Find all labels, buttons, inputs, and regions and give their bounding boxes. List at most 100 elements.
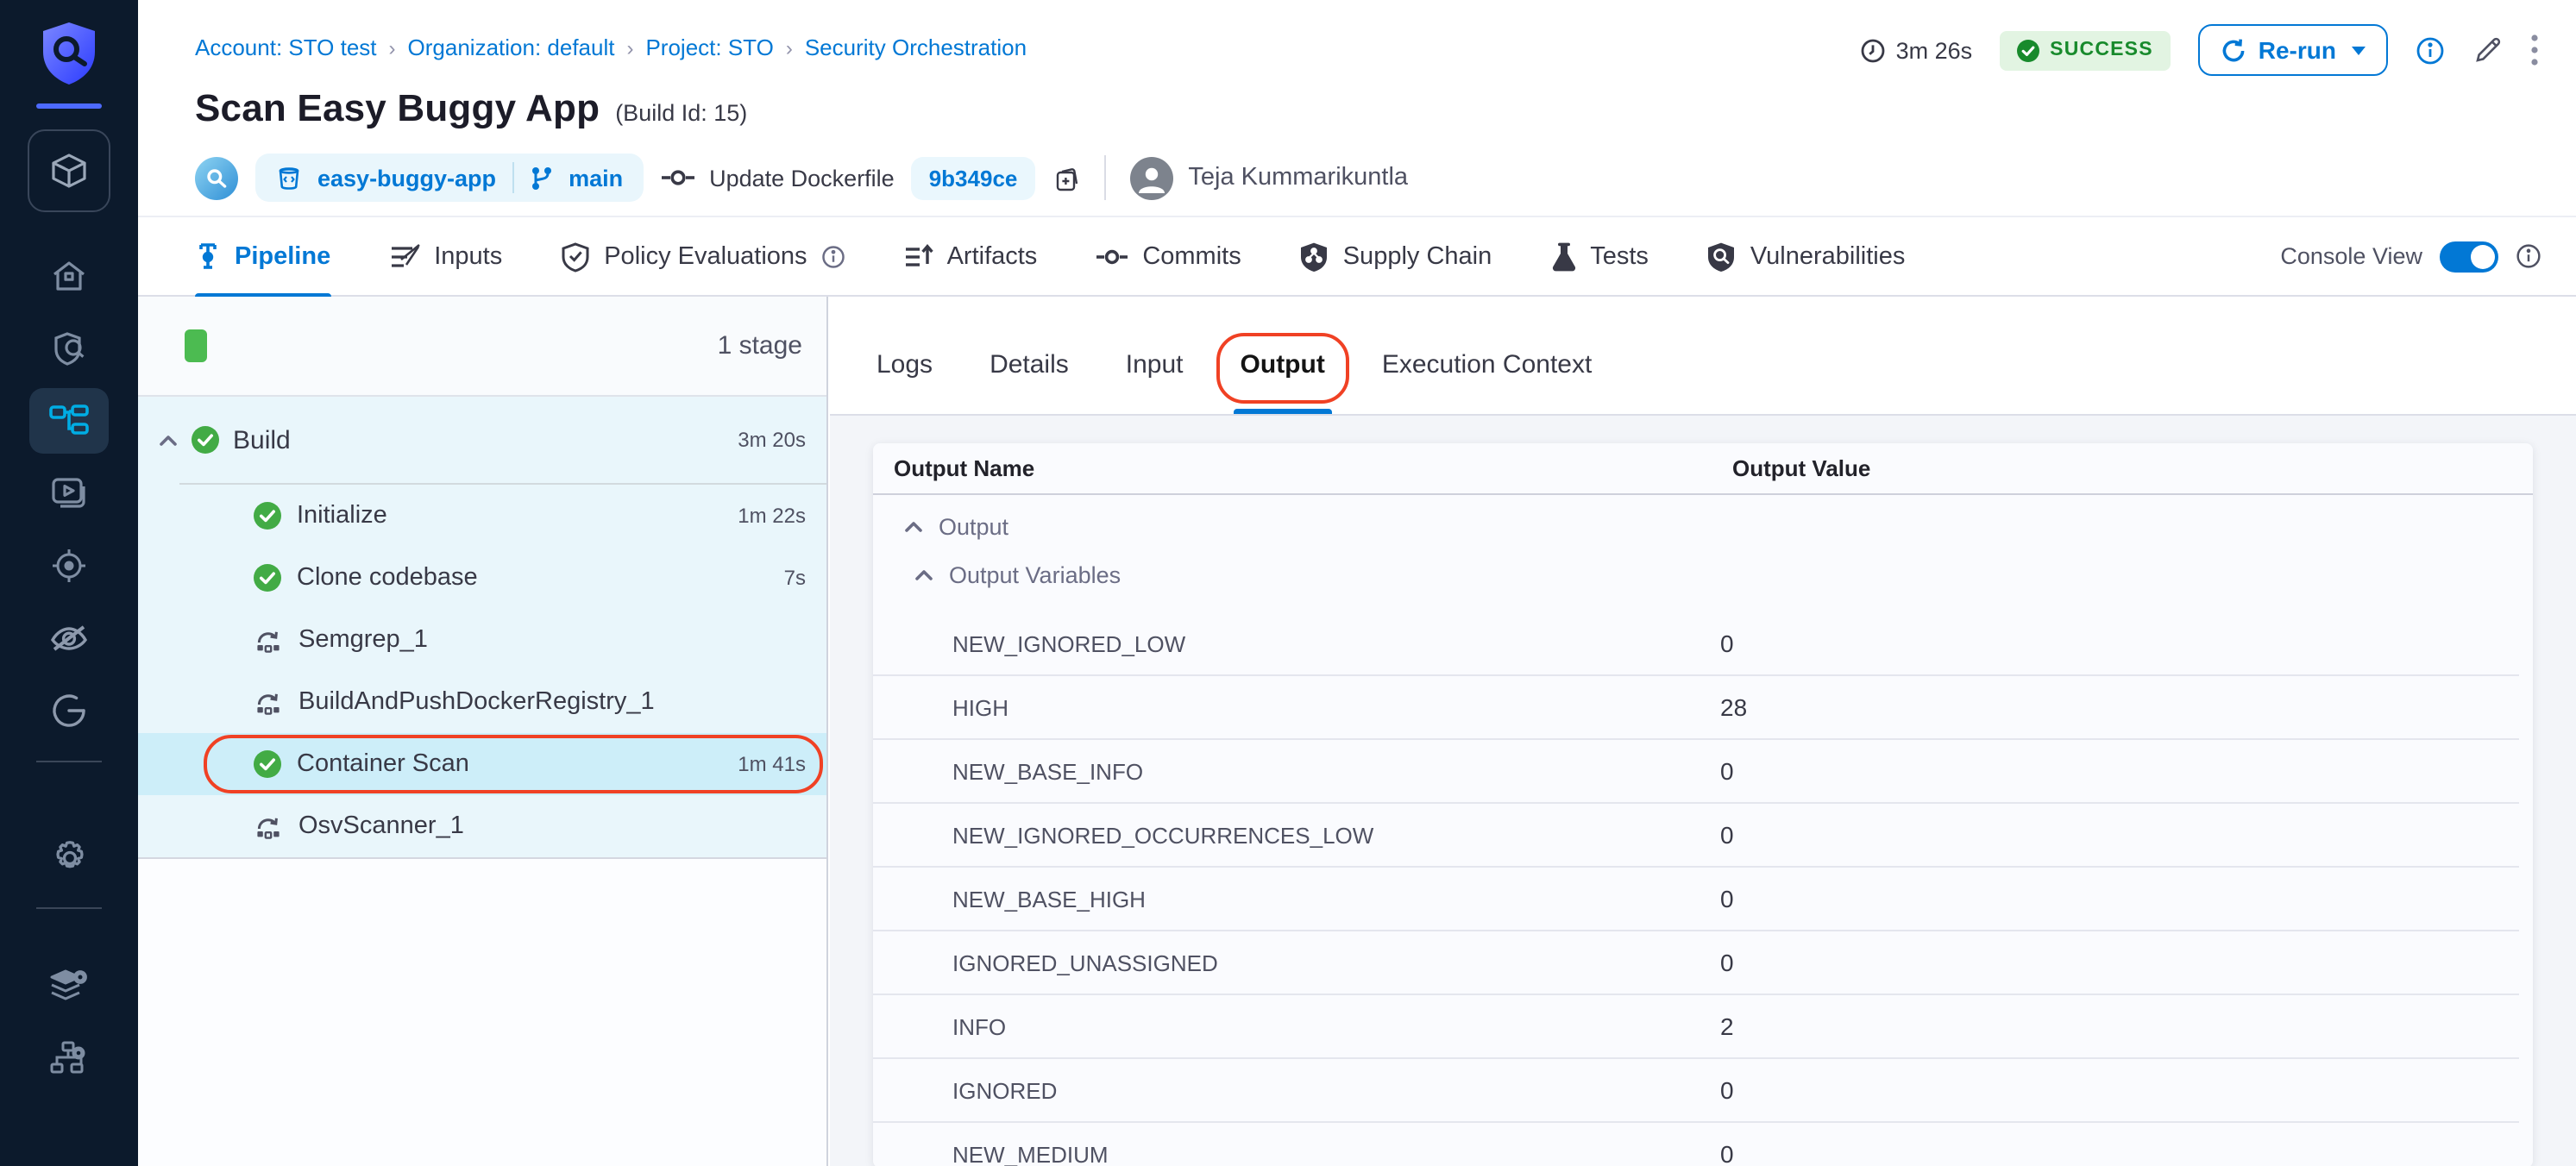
codebase-pill[interactable]: easy-buggy-app main [255,154,644,202]
tab-pipeline[interactable]: Pipeline [195,216,330,296]
commit-icon [661,167,695,188]
step-tab-output[interactable]: Output [1241,350,1325,414]
output-table-body: Output Output Variables NEW_IGNORED_LOW0 HI… [873,502,2533,1166]
left-sidebar [0,0,138,1166]
sidebar-item-pipelines[interactable] [0,385,138,457]
tab-supply-chain[interactable]: Supply Chain [1300,216,1492,296]
tab-tests[interactable]: Tests [1550,216,1649,296]
step-row-buildandpushdockerregistry_1[interactable]: BuildAndPushDockerRegistry_1 [138,671,826,733]
info-icon[interactable] [2416,35,2445,65]
repository-icon [276,165,302,191]
sto-shield-logo-icon [38,21,100,86]
stage-duration: 3m 20s [738,428,806,452]
step-tab-logs[interactable]: Logs [876,350,933,414]
status-text: SUCCESS [2050,40,2153,60]
sidebar-divider [36,761,102,762]
trigger-avatar[interactable] [195,156,238,199]
sidebar-item-getting-started[interactable] [0,674,138,747]
tab-policy-evaluations[interactable]: Policy Evaluations [561,216,845,296]
skip-icon [254,626,283,654]
stage-row-build[interactable]: Build 3m 20s [138,397,826,483]
info-circle-icon [821,244,845,268]
stage-name: Build [233,425,291,454]
sidebar-item-exemptions[interactable] [0,602,138,674]
col-output-value: Output Value [1732,455,2512,481]
check-circle-icon [254,502,281,530]
variable-name: HIGH [873,694,1712,720]
variable-value: 0 [1712,885,2519,912]
app-root: Account: STO test›Organization: default›… [0,0,2576,1166]
commit-message[interactable]: Update Dockerfile [709,165,895,191]
variable-name: IGNORED [873,1077,1712,1103]
tab-commits[interactable]: Commits [1096,216,1241,296]
variable-value: 0 [1712,1076,2519,1104]
inputs-icon [389,242,420,270]
variable-value: 28 [1712,693,2519,721]
commit-sha[interactable]: 9b349ce [912,156,1035,199]
tab-label: Tests [1590,242,1649,270]
author-avatar [1129,156,1172,199]
step-tabs: Logs Details Input Output Execution Context [830,297,2576,416]
rerun-caret-icon [2352,46,2366,54]
sidebar-item-home[interactable] [0,240,138,312]
skip-icon [254,812,283,840]
tab-label: Policy Evaluations [604,242,807,270]
console-info-icon[interactable] [2516,243,2541,269]
sidebar-item-account-settings[interactable] [0,1023,138,1095]
sidebar-item-project-setup[interactable] [0,950,138,1023]
edit-pencil-icon[interactable] [2472,34,2504,66]
sidebar-item-executions[interactable] [0,457,138,530]
output-variable-row: NEW_BASE_INFO0 [873,740,2519,804]
output-variable-row: NEW_IGNORED_LOW0 [873,612,2519,676]
sidebar-item-settings[interactable] [0,821,138,893]
step-tab-execution-context[interactable]: Execution Context [1382,350,1593,414]
step-row-osvscanner_1[interactable]: OsvScanner_1 [138,795,826,857]
stage-panel: 1 stage Build3m 20sInitialize1m 22sClone… [138,297,828,1166]
output-group-output[interactable]: Output [873,502,2533,550]
stage-status-square[interactable] [185,329,207,362]
author-name: Teja Kummarikuntla [1188,164,1408,191]
module-selector-button[interactable] [28,129,110,212]
pipeline-tabbar: Pipeline Inputs Policy Evaluations Artifact… [138,217,2576,297]
variable-value: 0 [1712,949,2519,976]
variable-value: 0 [1712,1140,2519,1166]
stage-list: Build 3m 20s Initialize1m 22sClone codebas… [138,397,826,859]
check-circle-icon [254,564,281,592]
step-duration: 7s [784,566,806,590]
step-row-semgrep_1[interactable]: Semgrep_1 [138,609,826,671]
tab-inputs[interactable]: Inputs [389,216,502,296]
collapse-chevron-icon [159,434,178,446]
step-row-container-scan[interactable]: Container Scan1m 41s [138,733,826,795]
breadcrumb-item[interactable]: Organization: default [408,34,615,60]
breadcrumb-item[interactable]: Security Orchestration [805,34,1027,60]
step-duration: 1m 22s [738,504,806,528]
play-icon [50,476,88,511]
output-group-output-variables[interactable]: Output Variables [873,550,2533,599]
status-badge: SUCCESS [2000,30,2171,70]
variable-name: NEW_BASE_HIGH [873,886,1712,912]
step-row-clone-codebase[interactable]: Clone codebase7s [138,547,826,609]
step-row-initialize[interactable]: Initialize1m 22s [138,485,826,547]
group-label: Output Variables [949,561,1121,587]
step-tab-details[interactable]: Details [990,350,1069,414]
supply-chain-icon [1300,241,1329,272]
tab-label: Artifacts [947,242,1038,270]
variable-value: 0 [1712,630,2519,657]
breadcrumb-item[interactable]: Project: STO [645,34,773,60]
sidebar-item-targets[interactable] [0,530,138,602]
sto-logo-block [36,0,102,109]
copy-icon[interactable] [1052,163,1079,192]
tab-artifacts[interactable]: Artifacts [904,216,1038,296]
console-view-toggle[interactable] [2440,241,2498,272]
sidebar-nav [0,240,138,1095]
rerun-button[interactable]: Re-run [2198,24,2388,76]
output-variable-row: NEW_IGNORED_OCCURRENCES_LOW0 [873,804,2519,868]
breadcrumb-item[interactable]: Account: STO test [195,34,377,60]
variable-name: INFO [873,1013,1712,1039]
commits-icon [1096,246,1128,266]
step-tab-input[interactable]: Input [1126,350,1184,414]
tab-vulnerabilities[interactable]: Vulnerabilities [1707,216,1905,296]
step-name: Container Scan [297,750,469,778]
kebab-menu-icon[interactable] [2531,34,2538,66]
sidebar-item-scans[interactable] [0,312,138,385]
